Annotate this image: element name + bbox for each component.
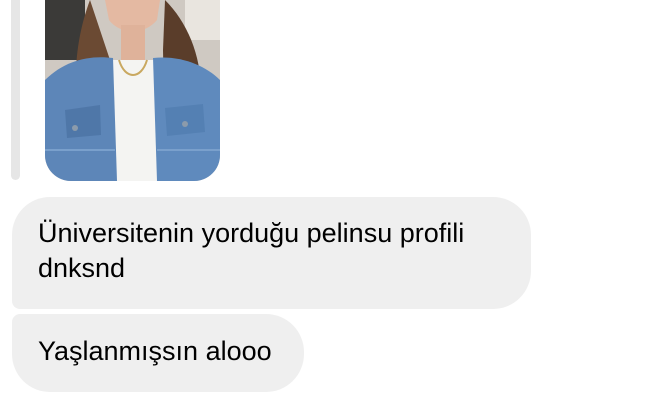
photo-image — [45, 0, 220, 181]
message-bubble[interactable]: Üniversitenin yorduğu pelinsu profili dn… — [12, 197, 531, 309]
reply-indicator-bar — [11, 0, 20, 180]
chat-thread: Üniversitenin yorduğu pelinsu profili dn… — [0, 0, 645, 406]
message-bubble[interactable]: Yaşlanmışsın alooo — [12, 314, 304, 392]
message-text: Yaşlanmışsın alooo — [38, 336, 272, 366]
shared-photo[interactable] — [45, 0, 220, 181]
message-text: Üniversitenin yorduğu pelinsu profili dn… — [38, 218, 465, 283]
